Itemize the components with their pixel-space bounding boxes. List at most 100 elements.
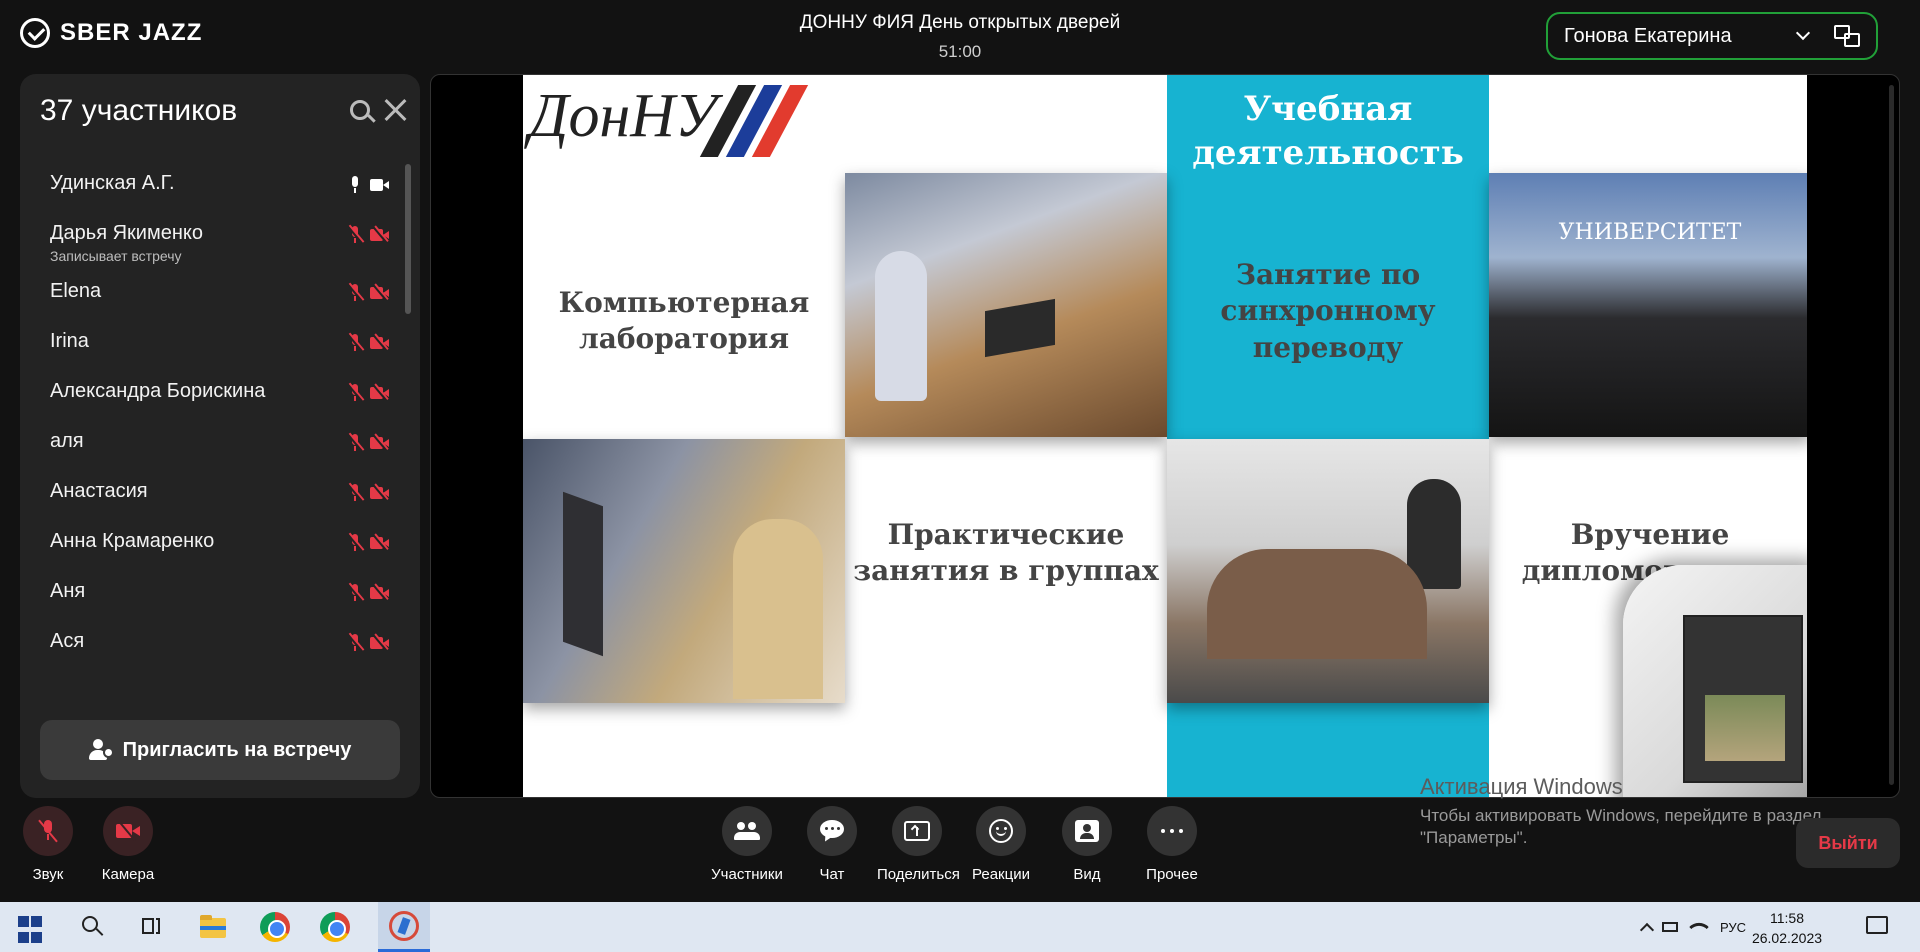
chat-button[interactable]: Чат [792,806,872,883]
mic-muted-icon [347,633,363,653]
mic-muted-icon [347,483,363,503]
participant-name: Анна Крамаренко [50,530,215,552]
participants-label: Участники [711,866,783,883]
photo-banner-text: УНИВЕРСИТЕТ [1558,220,1742,245]
system-tray: РУС [1636,902,1746,952]
chrome-profile-icon[interactable] [320,912,350,942]
camera-off-icon [370,334,390,352]
camera-off-icon [370,226,390,244]
view-label: Вид [1073,866,1101,883]
participant-status: Записывает встречу [50,248,182,264]
participant-item[interactable]: Аня [20,568,400,618]
slide-heading: Учебная деятельность [1192,89,1464,174]
reactions-button[interactable]: Реакции [961,806,1041,883]
battery-icon[interactable] [1662,922,1678,932]
participant-item[interactable]: Александра Борискина [20,368,400,418]
mic-muted-icon [347,433,363,453]
participant-name: Аня [50,580,86,602]
chevron-down-icon[interactable] [1795,25,1811,41]
participants-count-title: 37 участников [40,94,238,127]
windows-start-icon[interactable] [18,916,48,946]
participant-item[interactable]: Ася [20,618,400,668]
participant-name: Ася [50,630,85,652]
wifi-icon[interactable] [1689,917,1709,937]
task-view-icon[interactable] [136,912,166,942]
participant-name: Александра Борискина [50,380,266,402]
sound-button[interactable]: Звук [8,806,88,883]
mic-muted-icon [347,225,363,245]
photo-graduation: УНИВЕРСИТЕТ [1489,173,1807,437]
label-practical-groups: Практические занятия в группах [853,518,1159,588]
chat-label: Чат [819,866,845,883]
meeting-title: ДОННУ ФИЯ День открытых дверей [799,12,1121,33]
participants-scrollbar[interactable] [405,164,411,314]
view-button[interactable]: Вид [1047,806,1127,883]
photo-classroom [845,173,1167,437]
file-explorer-icon[interactable] [198,912,228,942]
invite-button-label: Пригласить на встречу [122,738,352,761]
camera-off-icon [370,484,390,502]
mic-muted-icon [347,383,363,403]
camera-icon [370,178,390,192]
add-user-icon [88,739,114,761]
label-sync-translation: Занятие по синхронному переводу [1220,258,1436,364]
camera-off-icon [370,384,390,402]
mic-muted-icon [347,533,363,553]
brand-name: SBER JAZZ [60,19,203,46]
jazz-app-taskbar-item[interactable] [378,902,430,952]
clock[interactable]: 11:58 26.02.2023 [1742,908,1832,948]
chrome-icon[interactable] [260,912,290,942]
screen-share-icon [892,806,942,856]
mic-muted-icon [23,806,73,856]
camera-off-icon [370,584,390,602]
chevron-up-icon[interactable] [1639,922,1655,938]
mic-icon [348,176,362,194]
meeting-timer: 51:00 [938,42,982,61]
sound-label: Звук [32,866,64,883]
user-menu[interactable]: Гонова Екатерина [1546,12,1878,60]
camera-button[interactable]: Камера [88,806,168,883]
participant-item[interactable]: Дарья Якименко Записывает встречу [20,210,400,264]
camera-off-icon [370,534,390,552]
share-button[interactable]: Поделиться [877,806,960,883]
participants-panel: 37 участников Удинская А.Г. Дарья Якименк… [20,74,420,798]
participants-list: Удинская А.Г. Дарья Якименко Записывает вс… [20,160,420,696]
participant-name: Дарья Якименко [50,222,203,244]
clock-date: 26.02.2023 [1751,930,1823,946]
participant-item[interactable]: Удинская А.Г. [20,160,400,210]
participant-item[interactable]: Анна Крамаренко [20,518,400,568]
participant-name: Удинская А.Г. [50,172,175,194]
participant-item[interactable]: Irina [20,318,400,368]
stage-scrollbar[interactable] [1889,85,1894,785]
participant-item[interactable]: аля [20,418,400,468]
more-label: Прочее [1146,866,1198,883]
slide-logo: ДонНУ [529,82,717,150]
presentation-slide: ДонНУ Учебная деятельность Компьютерная … [523,75,1807,797]
photo-computer-lab [523,439,845,703]
camera-off-icon [370,434,390,452]
participant-item[interactable]: Elena [20,268,400,318]
clock-time: 11:58 [1770,910,1804,926]
activation-line2: "Параметры". [1420,828,1528,847]
shared-screen: ДонНУ Учебная деятельность Компьютерная … [430,74,1900,798]
participant-item[interactable]: Анастасия [20,468,400,518]
search-icon[interactable] [350,100,370,120]
exit-button[interactable]: Выйти [1796,818,1900,868]
more-button[interactable]: Прочее [1132,806,1212,883]
reactions-label: Реакции [972,866,1030,883]
search-icon[interactable] [78,912,108,942]
invite-button[interactable]: Пригласить на встречу [40,720,400,780]
notifications-icon[interactable] [1864,914,1894,944]
top-bar: SBER JAZZ ДОННУ ФИЯ День открытых дверей… [0,0,1920,70]
switch-layout-icon[interactable] [1834,25,1860,47]
close-icon[interactable] [382,96,410,124]
windows-taskbar: РУС 11:58 26.02.2023 [0,902,1920,952]
camera-off-icon [370,284,390,302]
participants-button[interactable]: Участники [707,806,787,883]
more-dots-icon [1147,806,1197,856]
mic-muted-icon [347,333,363,353]
participant-name: Elena [50,280,102,302]
mic-muted-icon [347,583,363,603]
camera-off-icon [370,634,390,652]
people-icon [722,806,772,856]
